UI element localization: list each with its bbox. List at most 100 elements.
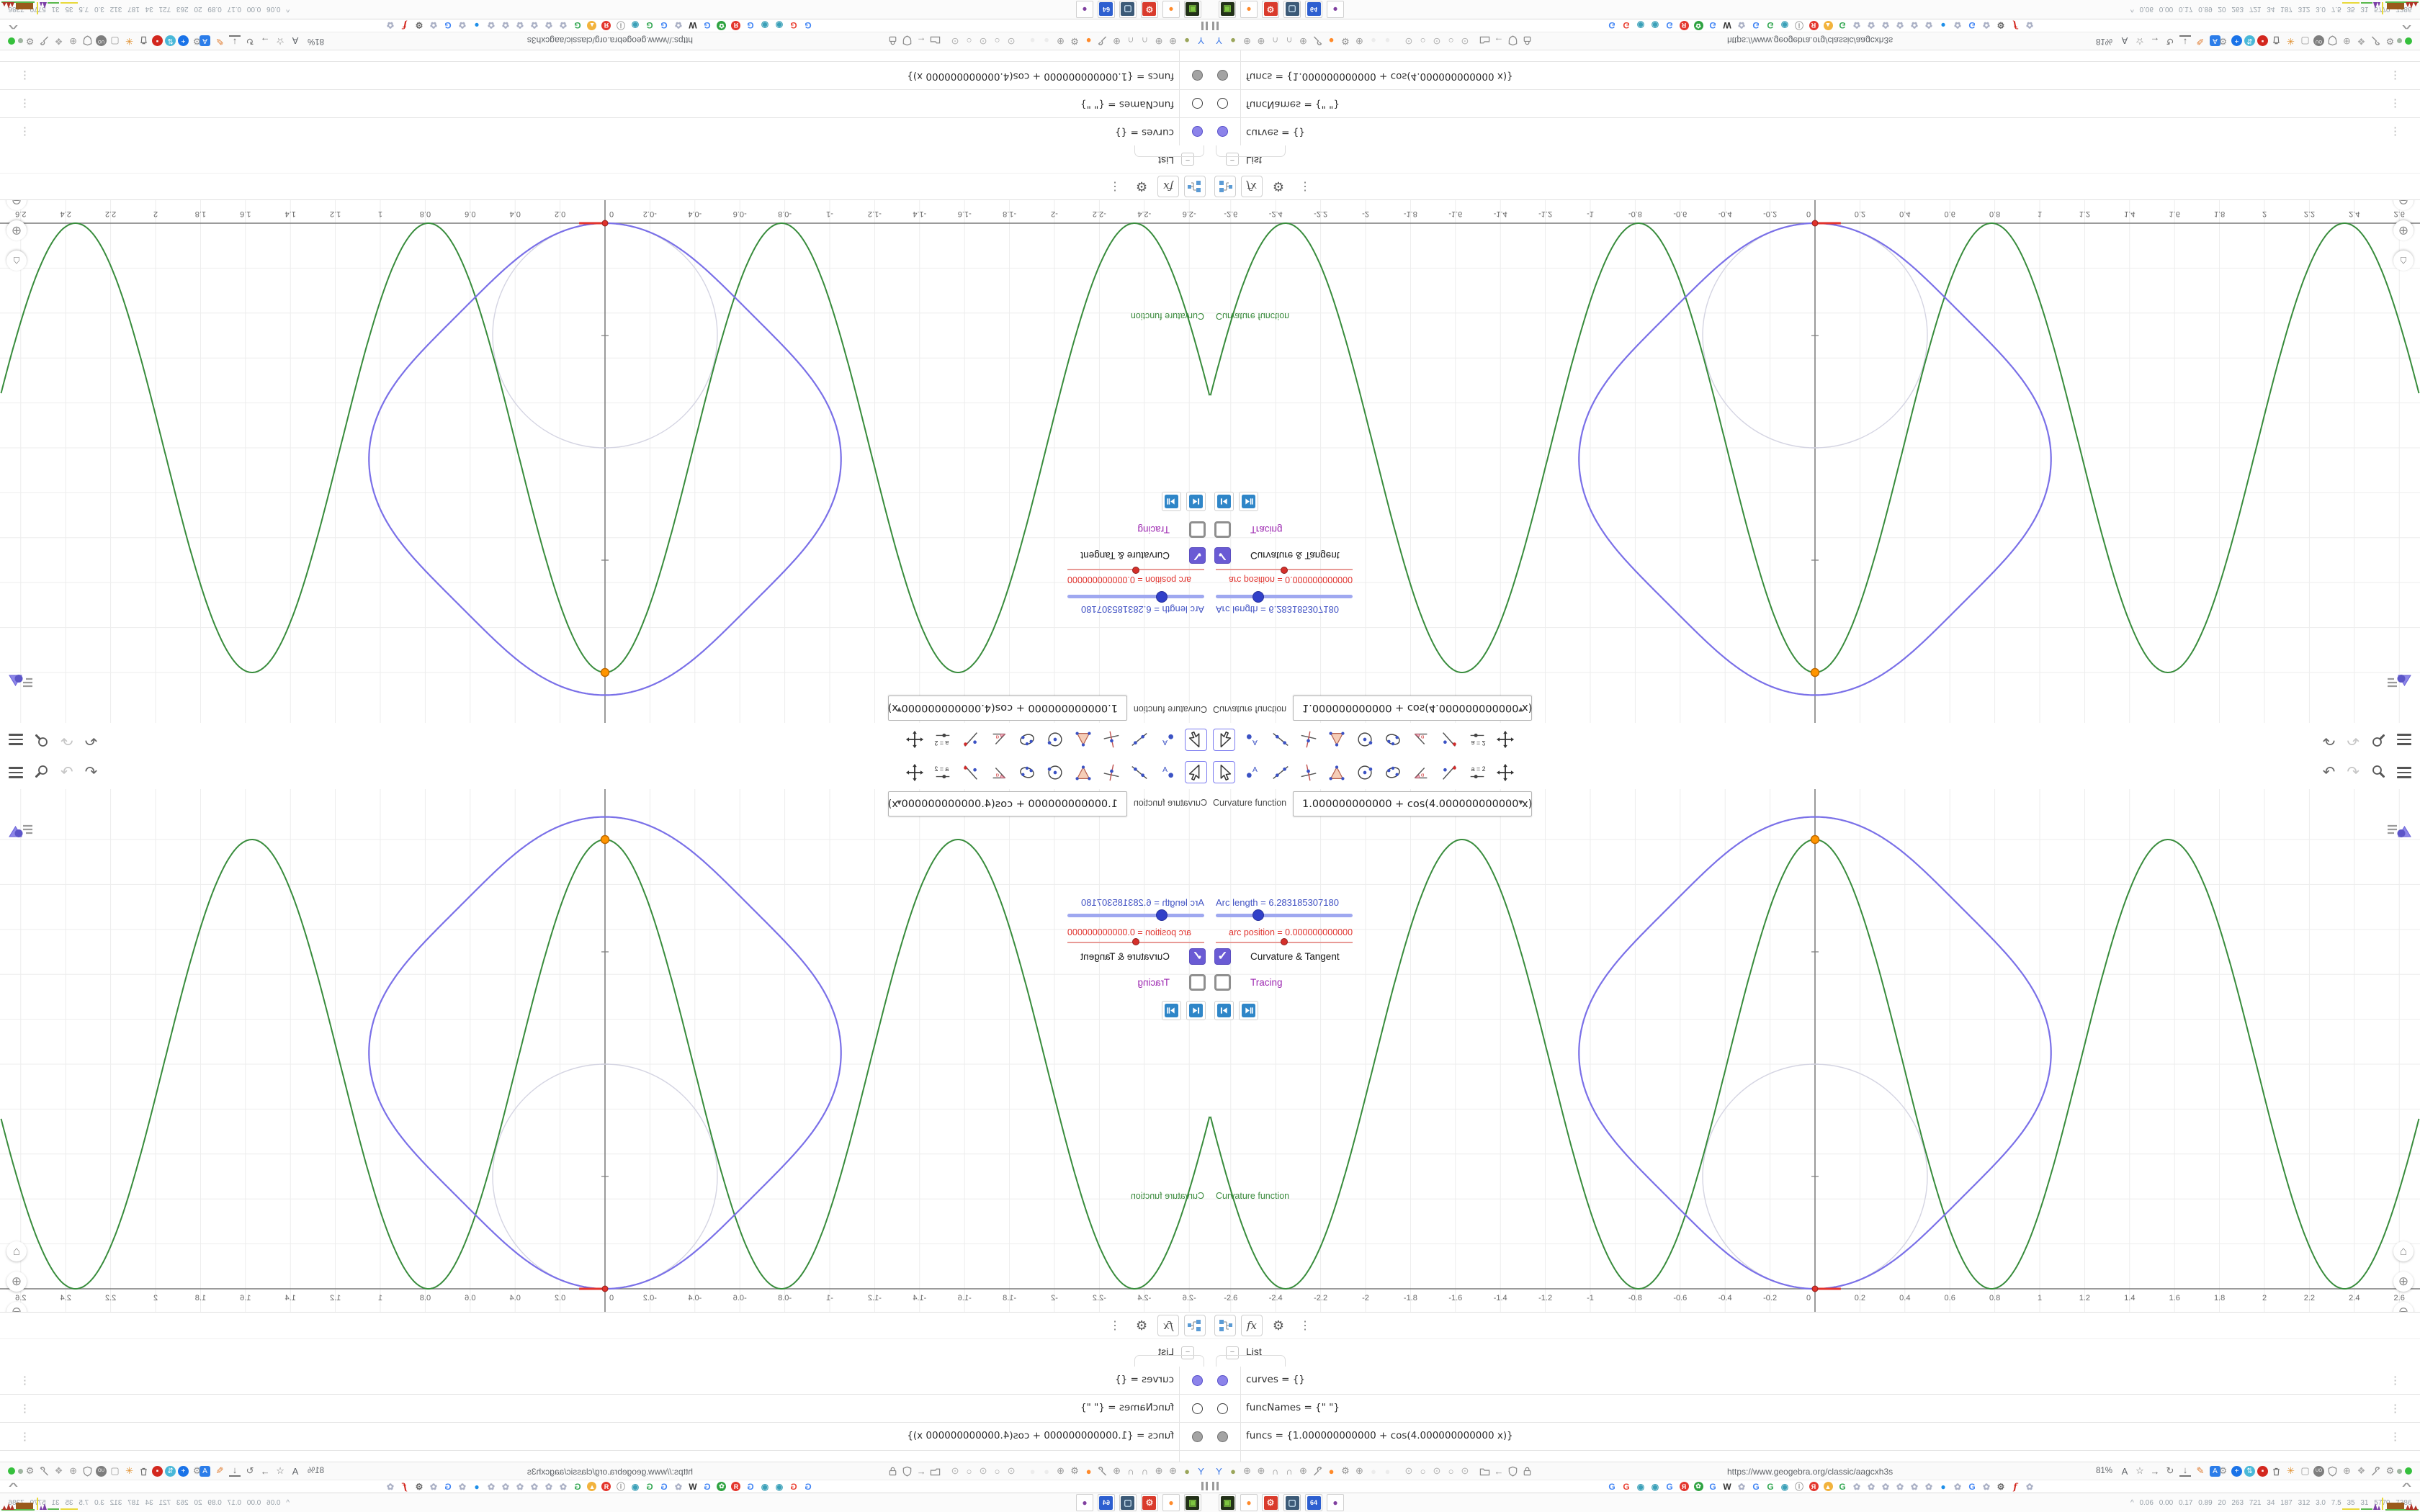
- tab-dot-icon[interactable]: ⊙: [1459, 35, 1471, 48]
- zoom-out-icon[interactable]: ⊖: [6, 200, 27, 210]
- bookmark-green-site-icon[interactable]: ✿: [1693, 20, 1703, 31]
- bookmark-geogebra-icon[interactable]: ✿: [1736, 20, 1747, 31]
- tool-move-icon[interactable]: [1213, 729, 1235, 751]
- bookmark-google-icon[interactable]: G: [659, 20, 669, 31]
- curvature-function-dropdown[interactable]: 1.000000000000 + cos(4.000000000000 x) ▼: [888, 791, 1127, 816]
- zoom-in-icon[interactable]: ⊕: [6, 1272, 27, 1292]
- hook-icon[interactable]: ∩: [1269, 1464, 1281, 1477]
- ghost-icon[interactable]: ●: [1381, 35, 1394, 48]
- skip-start-button[interactable]: [1214, 492, 1234, 511]
- bookmark-yandex-icon[interactable]: Я: [731, 20, 741, 31]
- lock-icon[interactable]: [887, 1464, 900, 1477]
- kebab-menu-icon[interactable]: ⋮: [1294, 1315, 1316, 1336]
- graphics-stylebar-button[interactable]: [2386, 673, 2412, 689]
- box-zero-icon[interactable]: ▢: [2299, 35, 2311, 48]
- algebra-row-funcNames[interactable]: funcNames = {" "} ⋮: [0, 89, 1210, 117]
- gear-icon[interactable]: ⚙: [1268, 1315, 1289, 1336]
- bookmark-geogebra-icon[interactable]: ✿: [529, 1481, 539, 1492]
- window-list-icon[interactable]: [1201, 1482, 1208, 1490]
- share-pinwheel-icon[interactable]: ✳: [123, 1464, 135, 1477]
- bookmark-chat-icon[interactable]: ●: [472, 20, 482, 31]
- olive-circle-icon[interactable]: ●: [1227, 35, 1240, 48]
- bookmark-f-site-icon[interactable]: f: [400, 1481, 410, 1492]
- bookmark-google-icon[interactable]: G: [789, 20, 799, 31]
- tab-dot-icon[interactable]: ⊙: [977, 35, 990, 48]
- menu-icon[interactable]: [9, 767, 23, 778]
- play-pause-button[interactable]: [1239, 1001, 1258, 1020]
- taskbar-app-settings[interactable]: ⚙: [1262, 1, 1279, 18]
- lock-icon[interactable]: [1521, 35, 1533, 48]
- bookmark-yandex-icon[interactable]: Я: [1679, 20, 1689, 31]
- plus-icon[interactable]: +: [178, 35, 189, 47]
- arc-position-slider-thumb[interactable]: [1281, 567, 1288, 574]
- back-arrow-icon[interactable]: ←: [915, 35, 928, 48]
- bookmark-geogebra-icon[interactable]: ✿: [515, 1481, 525, 1492]
- bookmark-yandex-icon[interactable]: Я: [1679, 1481, 1689, 1492]
- hook-icon[interactable]: ∩: [1283, 35, 1296, 48]
- curvature-tangent-checkbox[interactable]: ✓: [1214, 948, 1231, 965]
- bookmark-yandex-icon[interactable]: Я: [1809, 1481, 1819, 1492]
- bookmark-star-icon[interactable]: ☆: [2134, 1464, 2146, 1477]
- fx-icon[interactable]: fx: [1157, 1315, 1179, 1336]
- bookmark-orb-icon[interactable]: ◉: [774, 20, 784, 31]
- gear-icon[interactable]: ⚙: [191, 1464, 203, 1477]
- tool-move-graphics-icon[interactable]: [1494, 761, 1516, 783]
- bookmark-orb-icon[interactable]: ◉: [1780, 1481, 1790, 1492]
- sync-shield-icon[interactable]: ⇅: [165, 35, 176, 47]
- sync-shield-icon[interactable]: ⇅: [2244, 1465, 2255, 1477]
- bookmark-geogebra-icon[interactable]: ✿: [558, 1481, 568, 1492]
- bookmark-geogebra-icon[interactable]: ✿: [1881, 20, 1891, 31]
- bookmark-info-icon[interactable]: ⓘ: [616, 1481, 626, 1492]
- play-pause-button[interactable]: [1162, 492, 1181, 511]
- bookmark-orb-icon[interactable]: ◉: [1650, 1481, 1660, 1492]
- bookmark-geogebra-icon[interactable]: ✿: [1981, 1481, 1991, 1492]
- firefox-icon[interactable]: ●: [1325, 1464, 1337, 1477]
- bookmark-geogebra-icon[interactable]: ✿: [558, 20, 568, 31]
- bookmark-google-icon[interactable]: G: [1607, 1481, 1617, 1492]
- kebab-menu-icon[interactable]: ⋮: [19, 1430, 30, 1443]
- lock-icon[interactable]: [1521, 1464, 1533, 1477]
- tab-dot-icon[interactable]: ⊙: [1403, 1464, 1415, 1477]
- visibility-toggle[interactable]: [1192, 1375, 1203, 1386]
- tool-line-icon[interactable]: [1129, 729, 1151, 751]
- trash-icon[interactable]: [2270, 35, 2282, 48]
- bookmark-f-site-icon[interactable]: f: [2010, 20, 2020, 31]
- play-pause-button[interactable]: [1239, 492, 1258, 511]
- tool-line-icon[interactable]: [1129, 761, 1151, 783]
- redo-icon[interactable]: ↷: [2347, 763, 2360, 782]
- ghost-icon[interactable]: ●: [1368, 35, 1380, 48]
- visibility-toggle[interactable]: [1217, 126, 1228, 137]
- tab-dot-icon[interactable]: ○: [1417, 1464, 1429, 1477]
- globe-icon[interactable]: ⊕: [1111, 35, 1123, 48]
- tool-perpendicular-icon[interactable]: [1101, 729, 1123, 751]
- zoom-in-icon[interactable]: ⊕: [2393, 1272, 2414, 1292]
- taskbar-app-floppy64[interactable]: 64: [1305, 1, 1322, 18]
- bookmark-orb-icon[interactable]: ◉: [760, 1481, 770, 1492]
- bookmark-yandex-icon[interactable]: Я: [1809, 20, 1819, 31]
- forward-arrow-icon[interactable]: →: [2149, 35, 2161, 48]
- uo-shield-icon[interactable]: UO: [96, 35, 107, 47]
- translate-icon[interactable]: A: [2119, 1464, 2130, 1477]
- graphics-stylebar-button[interactable]: [8, 673, 34, 689]
- graphics-view[interactable]: -2.6 -2.4 -2.2 -2 -1.8 -1.6 -1.4 -1.2 -1 -0.8 -0.6…: [1210, 200, 2420, 723]
- arc-position-slider-thumb[interactable]: [1281, 938, 1288, 945]
- tool-move-graphics-icon[interactable]: [1494, 729, 1516, 751]
- reload-icon[interactable]: ↻: [244, 35, 256, 48]
- tool-angle-icon[interactable]: α: [1410, 761, 1432, 783]
- tool-move-icon[interactable]: [1213, 761, 1235, 783]
- bookmark-geogebra-icon[interactable]: ✿: [1909, 20, 1919, 31]
- wrench-icon[interactable]: [2370, 1464, 2382, 1477]
- globe-icon[interactable]: ⊕: [1153, 1464, 1165, 1477]
- bookmark-geogebra-icon[interactable]: ✿: [385, 20, 395, 31]
- wrench-icon[interactable]: [38, 1464, 50, 1477]
- tab-dot-icon[interactable]: ⊙: [1403, 35, 1415, 48]
- bookmark-geogebra-icon[interactable]: ✿: [385, 1481, 395, 1492]
- tool-circle-icon[interactable]: [1044, 729, 1067, 751]
- bookmark-gear-site-icon[interactable]: ⚙: [1996, 1481, 2006, 1492]
- visibility-toggle[interactable]: [1192, 126, 1203, 137]
- kebab-menu-icon[interactable]: ⋮: [1104, 176, 1126, 197]
- tool-polygon-icon[interactable]: [1072, 729, 1095, 751]
- forward-arrow-icon[interactable]: →: [259, 35, 271, 48]
- undo-icon[interactable]: ↶: [2323, 730, 2336, 749]
- bookmark-geogebra-icon[interactable]: ✿: [429, 20, 439, 31]
